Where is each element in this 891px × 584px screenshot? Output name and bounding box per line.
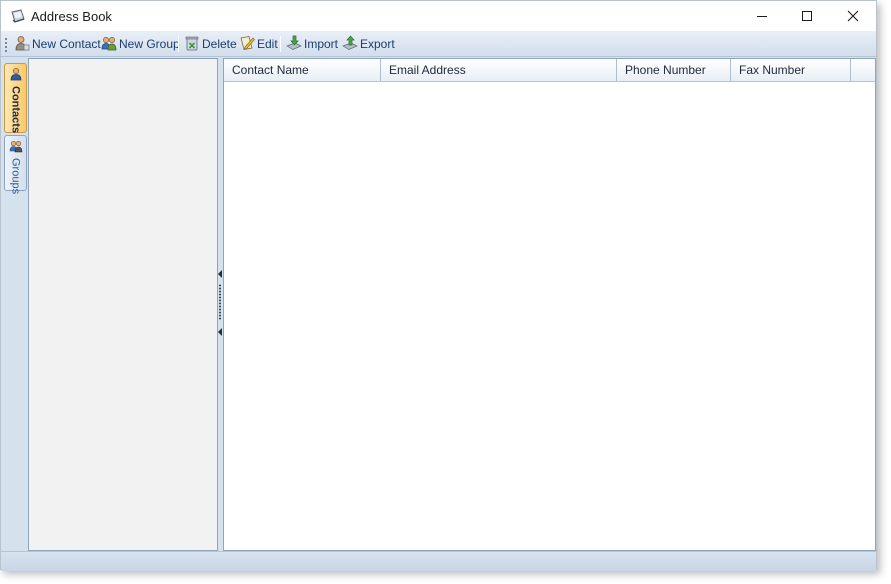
tab-groups-label: Groups [9, 158, 22, 195]
delete-button[interactable]: Delete [184, 34, 237, 54]
delete-label: Delete [202, 37, 237, 51]
column-header-contact-name[interactable]: Contact Name [224, 59, 381, 81]
edit-icon [239, 35, 255, 54]
maximize-button[interactable] [784, 1, 830, 31]
contacts-icon [9, 67, 23, 84]
minimize-icon [756, 10, 768, 22]
new-contact-icon [14, 35, 30, 54]
window-title: Address Book [31, 9, 112, 24]
address-book-icon [10, 8, 26, 24]
edit-button[interactable]: Edit [239, 34, 278, 54]
status-bar [1, 551, 876, 571]
tab-groups[interactable]: Groups [4, 135, 27, 195]
minimize-button[interactable] [739, 1, 785, 31]
address-book-window: Address Book New Contact New Group Delet… [0, 0, 877, 571]
toolbar: New Contact New Group Delete Edit Import… [1, 31, 876, 57]
splitter-grip[interactable] [219, 284, 221, 320]
new-group-icon [101, 35, 117, 54]
import-label: Import [304, 37, 339, 51]
column-header-email-address[interactable]: Email Address [381, 59, 617, 81]
export-button[interactable]: Export [342, 34, 395, 54]
tab-contacts[interactable]: Contacts [4, 63, 27, 133]
client-area: Contacts Groups Contact Name Email Addre… [1, 57, 876, 571]
new-group-button[interactable]: New Group [101, 34, 180, 54]
column-header-phone-number[interactable]: Phone Number [617, 59, 731, 81]
collapse-left-arrow-icon[interactable] [218, 328, 222, 336]
close-button[interactable] [830, 1, 876, 31]
title-bar: Address Book [1, 1, 876, 31]
groups-icon [9, 139, 23, 156]
import-button[interactable]: Import [286, 34, 338, 54]
contacts-grid[interactable]: Contact Name Email Address Phone Number … [223, 58, 876, 551]
toolbar-separator [280, 36, 281, 52]
edit-label: Edit [257, 37, 278, 51]
collapse-left-arrow-icon[interactable] [218, 270, 222, 278]
export-icon [342, 34, 358, 54]
export-label: Export [360, 37, 395, 51]
toolbar-separator [178, 36, 179, 52]
new-contact-button[interactable]: New Contact [14, 34, 101, 54]
close-icon [847, 10, 859, 22]
maximize-icon [801, 10, 813, 22]
tab-contacts-label: Contacts [9, 86, 22, 134]
navigation-tree-panel[interactable] [28, 58, 218, 551]
toolbar-grip[interactable] [5, 37, 7, 52]
delete-icon [184, 35, 200, 54]
new-contact-label: New Contact [32, 37, 101, 51]
column-header-fax-number[interactable]: Fax Number [731, 59, 851, 81]
grid-header: Contact Name Email Address Phone Number … [224, 59, 875, 82]
grid-body[interactable] [224, 82, 875, 550]
new-group-label: New Group [119, 37, 180, 51]
import-icon [286, 35, 302, 54]
